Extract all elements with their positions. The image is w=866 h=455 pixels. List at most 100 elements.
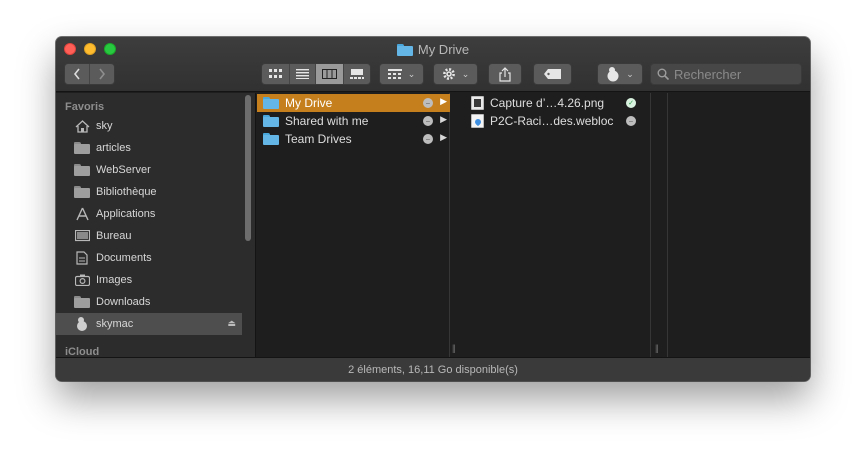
drive-icon	[607, 67, 619, 82]
chevron-down-icon: ⌄	[407, 68, 416, 79]
navigation-buttons	[64, 63, 115, 85]
sidebar-section-favorites: Favoris	[65, 101, 105, 113]
folder-icon	[74, 295, 90, 309]
search-field[interactable]	[650, 63, 802, 85]
column-resize-gutter[interactable]: ||	[450, 93, 461, 357]
applications-icon	[74, 207, 90, 221]
sidebar-item-documents[interactable]: Documents	[56, 247, 242, 269]
eject-icon[interactable]: ⏏	[227, 318, 236, 329]
icon-view-button[interactable]	[262, 64, 289, 84]
window-title-text: My Drive	[417, 42, 470, 57]
file-row-capture-png[interactable]: Capture d’…4.26.png ✓	[461, 94, 651, 112]
sidebar-item-downloads[interactable]: Downloads	[56, 291, 242, 313]
back-button[interactable]	[65, 64, 89, 84]
tag-icon	[543, 69, 561, 79]
tags-button[interactable]	[533, 63, 572, 85]
group-icon	[387, 69, 402, 79]
row-label: P2C-Raci…des.webloc	[490, 114, 614, 128]
sidebar-item-label: Images	[96, 274, 133, 286]
sidebar-section-icloud: iCloud	[65, 346, 100, 357]
sidebar-item-label: sky	[96, 120, 113, 132]
group-by-button[interactable]: ⌄	[379, 63, 424, 85]
column-view-button[interactable]	[315, 64, 343, 84]
chevron-left-icon	[74, 68, 80, 80]
sidebar-item-bureau[interactable]: Bureau	[56, 225, 242, 247]
share-icon	[499, 66, 511, 82]
view-mode-control	[261, 63, 371, 85]
sidebar-item-label: Bureau	[96, 230, 132, 242]
sidebar-item-articles[interactable]: articles	[56, 137, 242, 159]
folder-icon	[263, 97, 279, 109]
synced-check-icon: ✓	[626, 98, 636, 108]
sidebar-item-webserver[interactable]: WebServer	[56, 159, 242, 181]
column-row-my-drive[interactable]: My Drive – ▶	[257, 94, 450, 112]
list-view-button[interactable]	[288, 64, 316, 84]
column-my-drive: Capture d’…4.26.png ✓ P2C-Raci…des.weblo…	[461, 93, 651, 357]
drive-extension-button[interactable]: ⌄	[597, 63, 643, 85]
gallery-view-icon	[349, 69, 364, 79]
row-label: Shared with me	[285, 114, 369, 128]
window-title: My Drive	[56, 42, 810, 57]
resize-handle-icon[interactable]: ||	[655, 343, 659, 353]
image-file-icon	[471, 96, 484, 110]
column-view-icon	[321, 69, 337, 79]
sidebar-item-images[interactable]: Images	[56, 269, 242, 291]
folder-icon	[263, 133, 279, 145]
home-icon	[74, 119, 90, 133]
chevron-down-icon: ⌄	[626, 68, 634, 79]
sidebar-item-skymac[interactable]: skymac ⏏	[56, 313, 242, 335]
sidebar-scrollbar[interactable]	[244, 95, 252, 357]
icon-view-icon	[268, 69, 282, 78]
column-resize-gutter[interactable]: ||	[651, 93, 668, 357]
folder-icon	[74, 185, 90, 199]
sidebar-item-label: WebServer	[96, 164, 151, 176]
status-bar: 2 éléments, 16,11 Go disponible(s)	[56, 357, 810, 381]
folder-icon	[74, 163, 90, 177]
chevron-down-icon: ⌄	[461, 68, 470, 79]
sidebar-item-applications[interactable]: Applications	[56, 203, 242, 225]
disclosure-arrow-icon: ▶	[440, 96, 447, 106]
column-root: My Drive – ▶ Shared with me – ▶ Team Dri…	[257, 93, 450, 357]
scrollbar-thumb[interactable]	[245, 95, 251, 241]
sidebar-item-bibliotheque[interactable]: Bibliothèque	[56, 181, 242, 203]
disclosure-arrow-icon: ▶	[440, 132, 447, 142]
drive-icon	[74, 317, 90, 331]
column-row-shared-with-me[interactable]: Shared with me – ▶	[257, 112, 450, 130]
file-row-webloc[interactable]: P2C-Raci…des.webloc –	[461, 112, 651, 130]
share-button[interactable]	[488, 63, 522, 85]
cloud-status-icon: –	[626, 116, 636, 126]
row-label: Team Drives	[285, 132, 352, 146]
documents-icon	[74, 251, 90, 265]
sidebar-item-label: Applications	[96, 208, 156, 220]
row-label: Capture d’…4.26.png	[490, 96, 605, 110]
sidebar-item-label: skymac	[96, 318, 134, 330]
list-view-icon	[295, 69, 309, 79]
forward-button[interactable]	[89, 64, 114, 84]
toolbar: My Drive ⌄ ⌄ ⌄ Rechercher	[56, 37, 810, 92]
sidebar-item-label: Downloads	[96, 296, 151, 308]
cloud-status-icon: –	[423, 116, 433, 126]
row-label: My Drive	[285, 96, 333, 110]
desktop-icon	[74, 229, 90, 243]
chevron-right-icon	[99, 68, 106, 80]
search-icon	[657, 68, 669, 80]
column-row-team-drives[interactable]: Team Drives – ▶	[257, 130, 450, 148]
finder-window: My Drive ⌄ ⌄ ⌄ Rechercher Favoris sky ar…	[56, 37, 810, 381]
cloud-status-icon: –	[423, 98, 433, 108]
webloc-file-icon	[471, 114, 484, 128]
action-menu-button[interactable]: ⌄	[433, 63, 478, 85]
camera-icon	[74, 273, 90, 287]
folder-icon	[396, 43, 413, 56]
folder-icon	[74, 141, 90, 155]
sidebar-item-sky[interactable]: sky	[56, 115, 242, 137]
status-text: 2 éléments, 16,11 Go disponible(s)	[348, 363, 518, 376]
sidebar-item-label: articles	[96, 142, 131, 154]
resize-handle-icon[interactable]: ||	[452, 343, 456, 353]
search-input[interactable]	[674, 66, 799, 82]
folder-icon	[263, 115, 279, 127]
column-empty	[668, 93, 810, 357]
cloud-status-icon: –	[423, 134, 433, 144]
sidebar-item-label: Bibliothèque	[96, 186, 157, 198]
gallery-view-button[interactable]	[342, 64, 370, 84]
disclosure-arrow-icon: ▶	[440, 114, 447, 124]
